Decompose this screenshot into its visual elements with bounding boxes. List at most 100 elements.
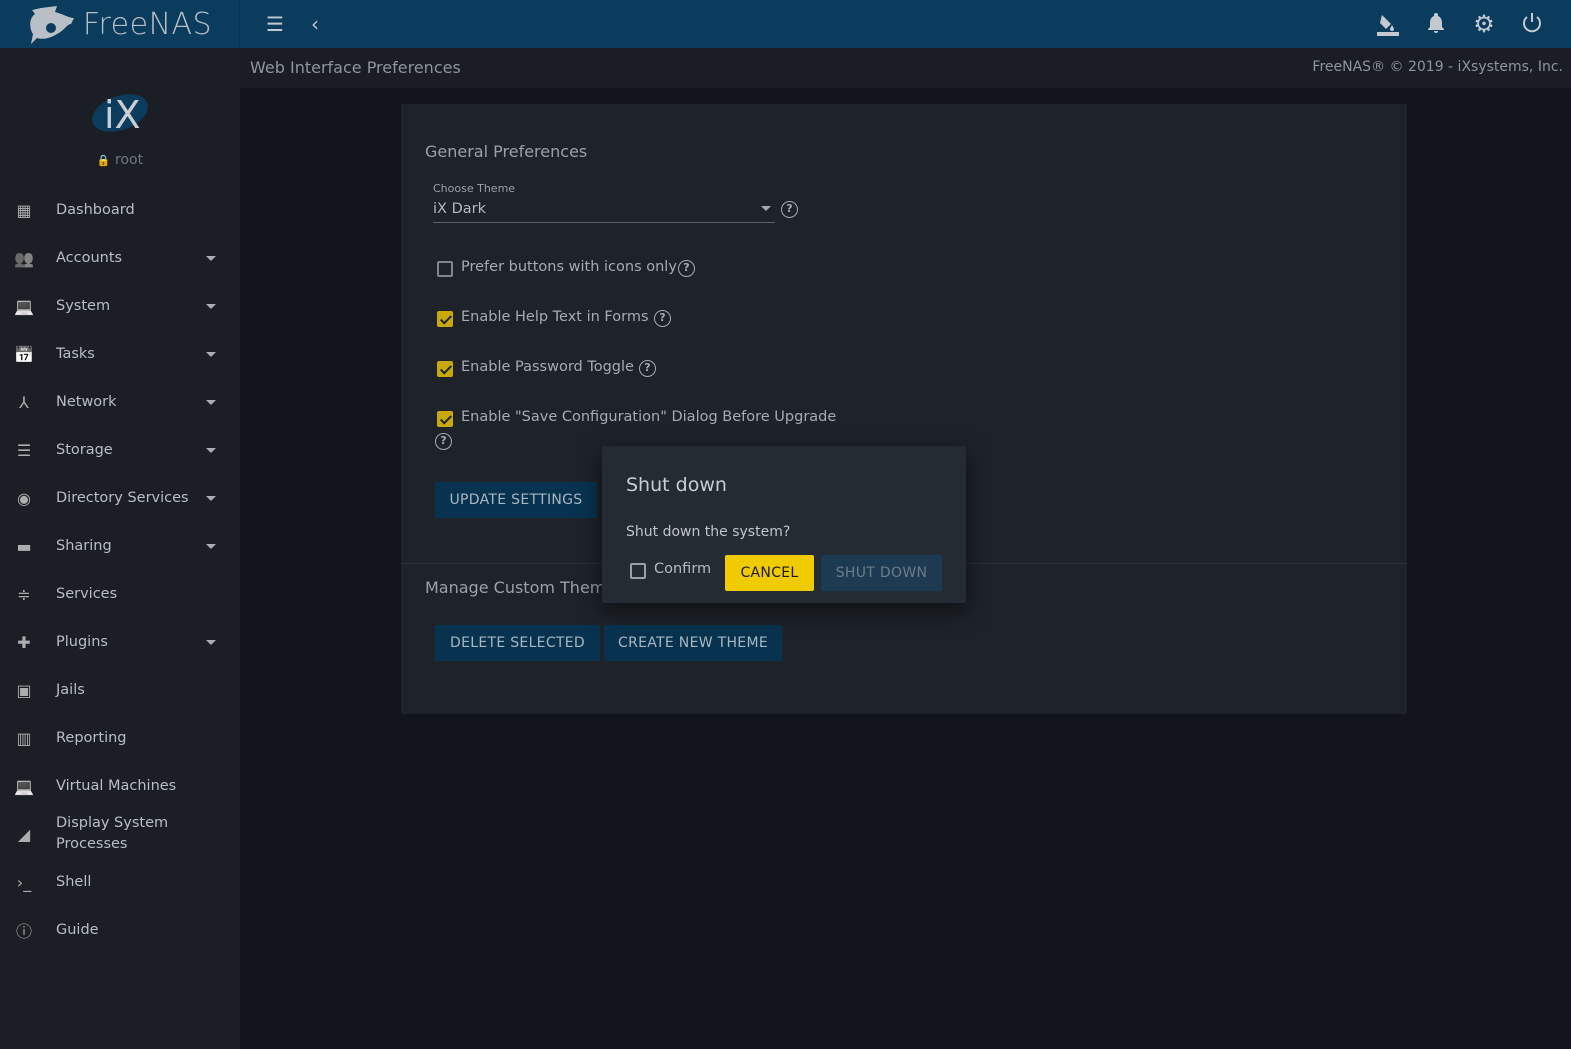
- delete-selected-button[interactable]: DELETE SELECTED: [435, 625, 600, 661]
- sidebar-item-guide[interactable]: ⓘ Guide: [0, 906, 240, 954]
- help-icon[interactable]: ?: [781, 201, 798, 218]
- help-icon[interactable]: ?: [678, 260, 695, 277]
- copyright: FreeNAS® © 2019 - iXsystems, Inc.: [1312, 59, 1563, 75]
- network-icon: ⅄: [19, 392, 29, 412]
- sidebar-item-label: Sharing: [56, 537, 112, 554]
- theme-paint-icon[interactable]: [1376, 12, 1400, 36]
- sidebar-item-storage[interactable]: ☰ Storage: [0, 426, 240, 474]
- sidebar-item-label: Directory Services: [56, 489, 189, 506]
- password-toggle-checkbox[interactable]: [437, 361, 453, 377]
- calendar-icon: 📅: [14, 344, 34, 364]
- caret-down-icon: [206, 639, 216, 645]
- sidebar-item-directory-services[interactable]: ◉ Directory Services: [0, 474, 240, 522]
- save-config-label: Enable "Save Configuration" Dialog Befor…: [461, 409, 837, 425]
- directory-icon: ◉: [17, 488, 31, 508]
- dashboard-icon: ▦: [16, 200, 32, 220]
- svg-text:iX: iX: [104, 93, 141, 134]
- terminal-icon: ›_: [16, 872, 32, 892]
- general-preferences-heading: General Preferences: [425, 142, 588, 161]
- help-icon[interactable]: ?: [639, 360, 656, 377]
- sidebar-item-tasks[interactable]: 📅 Tasks: [0, 330, 240, 378]
- sidebar-item-label: Jails: [56, 681, 85, 698]
- sidebar-item-jails[interactable]: ▣ Jails: [0, 666, 240, 714]
- breadcrumb-bar: Web Interface Preferences FreeNAS® © 201…: [240, 48, 1571, 88]
- laptop-icon: 💻: [14, 776, 34, 796]
- sidebar-item-services[interactable]: ≑ Services: [0, 570, 240, 618]
- help-icon[interactable]: ?: [654, 310, 671, 327]
- chart-icon: ▥: [16, 728, 32, 748]
- dialog-title: Shut down: [626, 474, 727, 496]
- info-icon: ⓘ: [15, 922, 32, 941]
- page-title: Web Interface Preferences: [250, 58, 461, 77]
- confirm-checkbox[interactable]: [630, 563, 646, 579]
- shut-down-button[interactable]: SHUT DOWN: [821, 555, 942, 591]
- preferences-card: General Preferences Choose Theme iX Dark…: [401, 104, 1407, 714]
- create-new-theme-button[interactable]: CREATE NEW THEME: [604, 625, 782, 661]
- sidebar-item-system[interactable]: 💻 System: [0, 282, 240, 330]
- sidebar-item-accounts[interactable]: 👥 Accounts: [0, 234, 240, 282]
- theme-value: iX Dark: [433, 201, 486, 217]
- caret-down-icon: [206, 495, 216, 501]
- lock-icon: 🔒: [96, 154, 111, 167]
- sidebar-item-virtual-machines[interactable]: 💻 Virtual Machines: [0, 762, 240, 810]
- sidebar-item-reporting[interactable]: ▥ Reporting: [0, 714, 240, 762]
- brand-name: FreeNAS: [82, 6, 213, 42]
- sidebar-item-label: System: [56, 297, 111, 314]
- current-user: 🔒 root: [0, 152, 240, 168]
- folder-shared-icon: ▬: [16, 536, 32, 556]
- shark-logo-icon: [30, 6, 74, 44]
- sidebar-item-sharing[interactable]: ▬ Sharing: [0, 522, 240, 570]
- sidebar-item-label: Guide: [56, 921, 99, 938]
- caret-down-icon: [206, 303, 216, 309]
- sidebar-item-shell[interactable]: ›_ Shell: [0, 858, 240, 906]
- username: root: [115, 152, 144, 168]
- sidebar-item-label: Accounts: [56, 249, 123, 266]
- caret-down-icon: [206, 351, 216, 357]
- custom-themes-heading: Manage Custom Themes: [425, 578, 624, 597]
- bell-icon[interactable]: [1424, 12, 1448, 36]
- help-icon[interactable]: ?: [435, 433, 452, 450]
- jail-icon: ▣: [16, 680, 32, 700]
- sidebar-item-plugins[interactable]: ✚ Plugins: [0, 618, 240, 666]
- theme-label: Choose Theme: [433, 182, 516, 195]
- processes-icon: ◢: [17, 824, 31, 844]
- sidebar-item-label: Shell: [56, 873, 92, 890]
- menu-icon[interactable]: ☰: [263, 12, 287, 36]
- storage-icon: ☰: [16, 440, 32, 460]
- sidebar-item-label: Dashboard: [56, 201, 135, 218]
- save-config-checkbox[interactable]: [437, 411, 453, 427]
- sidebar-item-label: Tasks: [56, 345, 95, 362]
- sidebar-item-network[interactable]: ⅄ Network: [0, 378, 240, 426]
- help-text-label: Enable Help Text in Forms: [461, 309, 649, 325]
- dialog-message: Shut down the system?: [626, 524, 791, 540]
- sidebar-item-label: Services: [56, 585, 118, 602]
- sidebar-item-dashboard[interactable]: ▦ Dashboard: [0, 186, 240, 234]
- shutdown-dialog: Shut down Shut down the system? Confirm …: [602, 446, 966, 603]
- sidebar: iX 🔒 root ▦ Dashboard 👥 Accounts 💻 System 📅 Tas…: [0, 48, 240, 1049]
- caret-down-icon: [206, 399, 216, 405]
- power-icon[interactable]: [1520, 12, 1544, 36]
- sidebar-item-label: Storage: [56, 441, 113, 458]
- puzzle-icon: ✚: [17, 632, 31, 652]
- top-bar: FreeNAS ☰ ‹ ⚙: [0, 0, 1571, 48]
- sidebar-item-label: Reporting: [56, 729, 127, 746]
- people-icon: 👥: [14, 248, 34, 268]
- freenas-logo[interactable]: FreeNAS: [0, 0, 240, 48]
- caret-down-icon: [206, 255, 216, 261]
- chevron-left-icon[interactable]: ‹: [303, 12, 327, 36]
- ix-logo: iX: [92, 93, 148, 134]
- update-settings-button[interactable]: UPDATE SETTINGS: [435, 482, 597, 518]
- prefer-icons-checkbox[interactable]: [437, 261, 453, 277]
- prefer-icons-label: Prefer buttons with icons only: [461, 259, 677, 275]
- sidebar-item-label: Display System Processes: [56, 815, 169, 852]
- cancel-button[interactable]: CANCEL: [725, 555, 814, 591]
- confirm-label: Confirm: [654, 561, 712, 577]
- theme-select[interactable]: iX Dark: [433, 198, 775, 223]
- gear-icon[interactable]: ⚙: [1472, 12, 1496, 36]
- sidebar-item-label: Network: [56, 393, 117, 410]
- tune-icon: ≑: [17, 584, 31, 604]
- sidebar-item-display-system-processes[interactable]: ◢ Display System Processes: [0, 810, 240, 858]
- chevron-down-icon: [761, 206, 771, 211]
- caret-down-icon: [206, 543, 216, 549]
- help-text-checkbox[interactable]: [437, 311, 453, 327]
